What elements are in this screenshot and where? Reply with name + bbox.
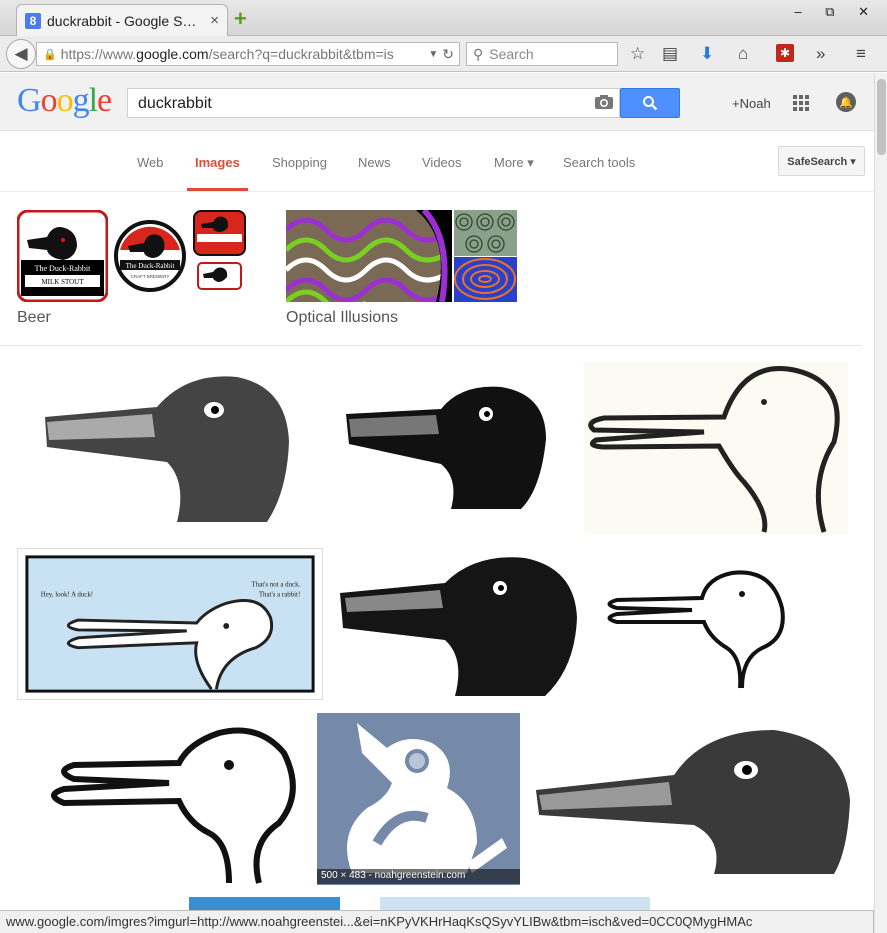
- duck-rabbit-beer-label-icon: The Duck-Rabbit MILK STOUT: [17, 210, 108, 302]
- collection-label-beer[interactable]: Beer: [17, 309, 51, 327]
- optical-illusion-image-1[interactable]: [286, 210, 452, 302]
- overflow-icon[interactable]: »: [816, 44, 825, 64]
- arrow-left-icon: ◀: [14, 44, 28, 63]
- lock-icon: 🔒: [43, 48, 57, 61]
- safesearch-button[interactable]: SafeSearch ▾: [778, 146, 865, 176]
- beer-brand-text: The Duck-Rabbit: [35, 264, 92, 273]
- addon-icon[interactable]: ✱: [776, 44, 794, 62]
- active-tab-indicator: [187, 188, 248, 191]
- concentric-circles-icon: [454, 210, 517, 256]
- result-image-9[interactable]: [534, 720, 858, 876]
- browser-tab[interactable]: 8 duckrabbit - Google S… ×: [16, 4, 228, 36]
- tab-web[interactable]: Web: [137, 155, 164, 170]
- beer-style-text: MILK STOUT: [41, 278, 84, 286]
- tunnel-illusion-icon: [454, 257, 517, 302]
- download-icon[interactable]: ⬇: [700, 44, 714, 64]
- result-image-7[interactable]: [19, 713, 301, 885]
- menu-icon[interactable]: ≡: [856, 44, 866, 64]
- tab-title: duckrabbit - Google S…: [47, 12, 197, 29]
- logo-letter: g: [72, 82, 90, 119]
- tab-images[interactable]: Images: [195, 155, 240, 170]
- optical-illusion-image-2[interactable]: [454, 210, 517, 256]
- magnifier-icon: [643, 96, 658, 111]
- reading-list-icon[interactable]: ▤: [662, 44, 678, 64]
- beer-collection-image-2[interactable]: The Duck-Rabbit CRAFT BREWERY: [108, 210, 193, 302]
- apps-grid-icon[interactable]: [793, 95, 809, 111]
- duck-rabbit-icon-logo: [317, 713, 520, 885]
- duck-rabbit-round-logo-icon: The Duck-Rabbit CRAFT BREWERY: [114, 220, 186, 292]
- divider: [0, 345, 862, 346]
- close-tab-icon[interactable]: ×: [210, 12, 219, 29]
- logo-letter: e: [97, 82, 112, 119]
- duck-rabbit-original-engraving-icon: [534, 720, 858, 876]
- search-button[interactable]: [620, 88, 680, 118]
- result-image-3[interactable]: [584, 362, 848, 535]
- scrollbar-thumb[interactable]: [877, 79, 886, 155]
- duck-rabbit-small-logo-icon: [197, 262, 242, 290]
- google-favicon-icon: 8: [25, 12, 41, 29]
- logo-letter: o: [40, 82, 58, 119]
- window-controls[interactable]: ‒ ⧉ ✕: [794, 4, 879, 20]
- new-tab-button[interactable]: +: [234, 6, 247, 32]
- speech-right-text-1: That's not a duck.: [252, 582, 301, 589]
- url-dropdown-icon[interactable]: ▼: [428, 49, 438, 60]
- status-bar: www.google.com/imgres?imgurl=http://www.…: [0, 910, 874, 933]
- result-image-6[interactable]: [592, 548, 858, 700]
- beer-craft-text: CRAFT BREWERY: [131, 274, 170, 279]
- result-image-4[interactable]: Hey, look! A duck! That's not a duck. Th…: [17, 548, 323, 700]
- duck-rabbit-red-label-icon: [193, 210, 246, 256]
- tab-shopping[interactable]: Shopping: [272, 155, 327, 170]
- address-bar[interactable]: 🔒 https://www.google.com/search?q=duckra…: [36, 42, 460, 66]
- result-image-11[interactable]: [380, 897, 650, 910]
- logo-letter: l: [88, 82, 99, 119]
- optical-illusion-pattern-icon: [286, 210, 452, 302]
- browser-search-field[interactable]: ⚲ Search: [466, 42, 618, 66]
- browser-navbar: ◀ 🔒 https://www.google.com/search?q=duck…: [0, 36, 887, 72]
- google-logo[interactable]: Google: [17, 82, 112, 120]
- vertical-scrollbar[interactable]: [874, 73, 887, 933]
- duck-rabbit-bold-lineart-icon: [19, 713, 301, 885]
- beer-collection-image-4[interactable]: [193, 258, 246, 302]
- notifications-bell-icon[interactable]: 🔔: [836, 92, 856, 112]
- result-image-1[interactable]: [37, 362, 310, 535]
- collection-label-optical-illusions[interactable]: Optical Illusions: [286, 309, 398, 327]
- result-image-2[interactable]: [341, 379, 561, 519]
- tab-search-tools[interactable]: Search tools: [563, 155, 635, 170]
- back-button[interactable]: ◀: [6, 39, 36, 69]
- address-url: https://www.google.com/search?q=duckrabb…: [60, 46, 394, 62]
- search-tabs: Web Images Shopping News Videos More ▾ S…: [0, 132, 874, 192]
- beer-brand-text: The Duck-Rabbit: [126, 262, 175, 270]
- beer-collection-image-3[interactable]: [193, 210, 246, 256]
- camera-icon[interactable]: [594, 94, 614, 110]
- logo-letter: o: [56, 82, 74, 119]
- search-icon: ⚲: [473, 45, 484, 62]
- duck-rabbit-highcontrast-icon: [341, 379, 561, 519]
- result-image-10[interactable]: [189, 897, 340, 910]
- bookmark-star-icon[interactable]: ☆: [630, 44, 645, 64]
- optical-illusion-image-3[interactable]: [454, 257, 517, 302]
- reload-icon[interactable]: ↻: [442, 46, 454, 63]
- beer-collection-image-1[interactable]: The Duck-Rabbit MILK STOUT: [17, 210, 108, 302]
- speech-left-text: Hey, look! A duck!: [41, 591, 93, 598]
- tab-videos[interactable]: Videos: [422, 155, 462, 170]
- duck-rabbit-cartoon-icon: Hey, look! A duck! That's not a duck. Th…: [19, 549, 321, 699]
- duck-rabbit-woodcut-icon: [335, 548, 579, 700]
- image-hover-info: 500 × 483 - noahgreenstein.com: [317, 869, 520, 884]
- result-image-5[interactable]: [335, 548, 579, 700]
- result-image-8[interactable]: [317, 713, 520, 885]
- user-profile-link[interactable]: +Noah: [732, 96, 771, 111]
- google-header: Google duckrabbit +Noah 🔔: [0, 73, 874, 131]
- tab-more[interactable]: More ▾: [494, 155, 534, 171]
- browser-titlebar: 8 duckrabbit - Google S… × + ‒ ⧉ ✕: [0, 0, 887, 36]
- speech-right-text-2: That's a rabbit!: [259, 591, 300, 598]
- tab-news[interactable]: News: [358, 155, 391, 170]
- search-input[interactable]: duckrabbit: [127, 88, 620, 118]
- home-icon[interactable]: ⌂: [738, 44, 748, 64]
- duck-rabbit-outline-icon: [584, 362, 848, 535]
- duck-rabbit-lineart-icon: [592, 548, 858, 700]
- duck-rabbit-engraving-icon: [37, 362, 310, 535]
- logo-letter: G: [17, 82, 42, 119]
